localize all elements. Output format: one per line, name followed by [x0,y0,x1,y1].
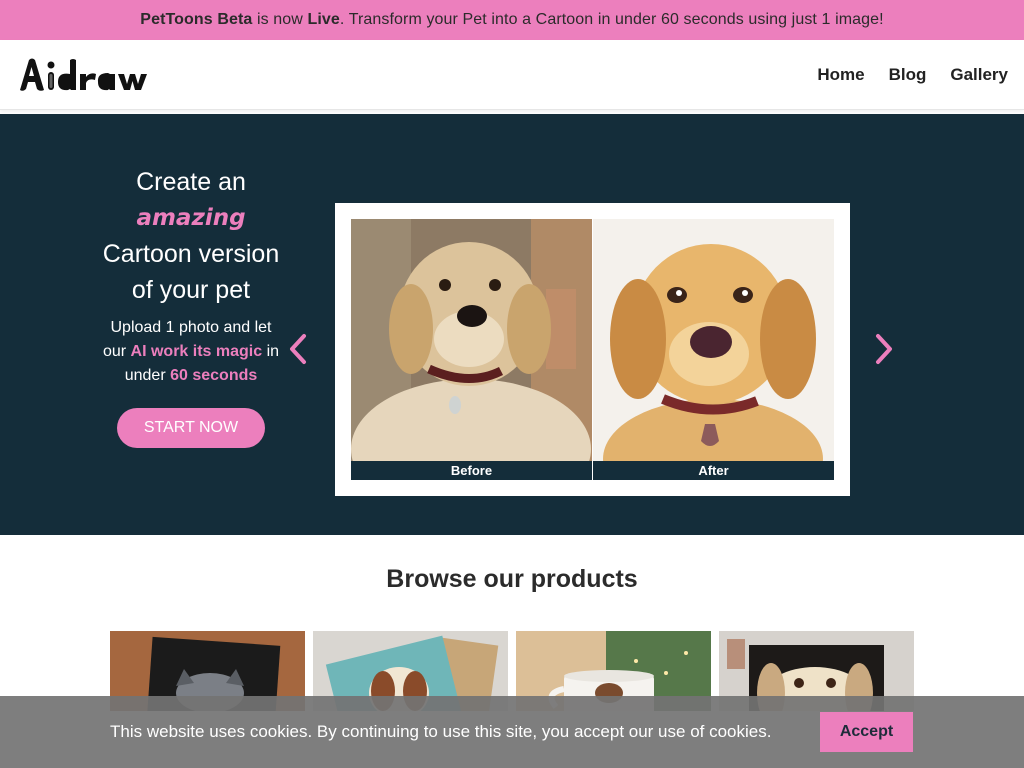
before-caption: Before [351,461,592,480]
site-header: Home Blog Gallery [0,40,1024,110]
hero-title-line-2: Cartoon version of your pet [102,240,280,304]
nav-gallery[interactable]: Gallery [950,65,1008,85]
after-image: After [593,219,834,480]
hero-section: Create an amazing Cartoon version of you… [0,114,1024,535]
announcement-banner: PetToons Beta is now Live. Transform you… [0,0,1024,40]
hero-title: Create an amazing Cartoon version of you… [100,164,282,308]
cartoon-puppy-icon [593,219,834,480]
cookie-text: This website uses cookies. By continuing… [110,722,772,741]
chevron-right-icon[interactable] [872,332,896,366]
banner-text-1: is now [252,11,308,28]
hero-sub-accent-1: AI work its magic [130,343,263,360]
hero-sub-accent-2: 60 seconds [170,367,258,384]
logo[interactable] [18,55,174,95]
before-image: Before [351,219,592,480]
banner-live: Live [307,11,340,28]
before-after-slider: Before After [335,203,850,496]
start-now-button[interactable]: START NOW [117,408,265,448]
hero-title-accent: amazing [136,205,246,231]
main-nav: Home Blog Gallery [817,65,1008,85]
accept-cookies-button[interactable]: Accept [820,712,913,752]
banner-text-2: . Transform your Pet into a Cartoon in u… [339,11,884,28]
chevron-left-icon[interactable] [286,332,310,366]
cookie-banner: This website uses cookies. By continuing… [0,696,1024,768]
nav-home[interactable]: Home [817,65,864,85]
hero-title-line-1: Create an [136,168,246,196]
after-caption: After [593,461,834,480]
products-heading: Browse our products [386,565,638,593]
hero-text: Create an amazing Cartoon version of you… [100,164,282,448]
hero-subtitle: Upload 1 photo and let our AI work its m… [100,316,282,388]
banner-brand: PetToons Beta [140,11,253,28]
puppy-photo-icon [351,219,592,480]
nav-blog[interactable]: Blog [889,65,927,85]
aidraw-logo-icon [20,58,147,91]
